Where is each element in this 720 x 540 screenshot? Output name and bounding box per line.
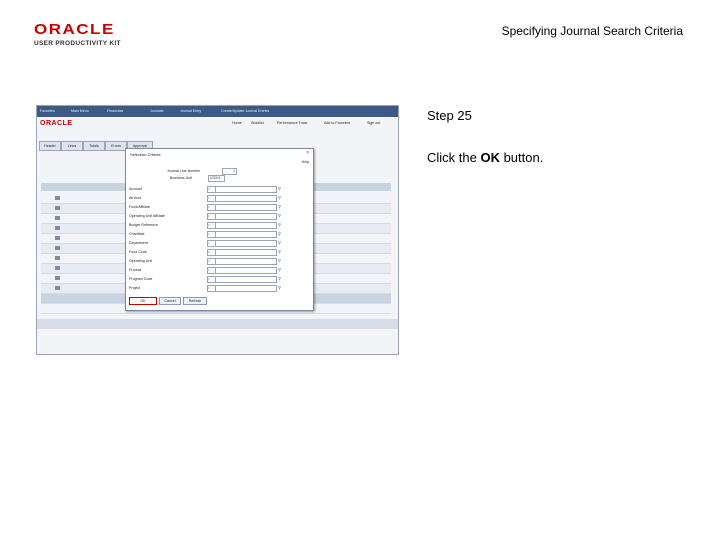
lookup-icon[interactable]: ⚲ (278, 222, 283, 227)
nav-item[interactable]: Main Menu (71, 109, 89, 113)
nav-item[interactable]: Create/Update Journal Entries (221, 109, 269, 113)
criteria-input[interactable] (215, 195, 277, 202)
criteria-row: Fund/Affiliate = ⚲ (129, 204, 309, 213)
criteria-input[interactable] (215, 267, 277, 274)
lookup-icon[interactable]: ⚲ (278, 213, 283, 218)
app-brand: ORACLE (40, 120, 73, 127)
criteria-row: Account = ⚲ (129, 186, 309, 195)
criteria-input[interactable] (215, 186, 277, 193)
refresh-button[interactable]: Refresh (183, 297, 207, 305)
lookup-icon[interactable]: ⚲ (278, 285, 283, 290)
nav-item[interactable]: Financials (107, 109, 123, 113)
criteria-label: Fund/Affiliate (129, 205, 150, 209)
criteria-row: Project = ⚲ (129, 285, 309, 294)
tab-lines[interactable]: Lines (61, 141, 83, 151)
lookup-icon[interactable]: ⚲ (278, 249, 283, 254)
criteria-label: Budget Reference (129, 223, 158, 227)
oracle-upk-logo: ORACLE USER PRODUCTIVITY KIT (34, 22, 134, 47)
instruction-prefix: Click the (427, 150, 481, 165)
row-icon (55, 266, 60, 270)
header-link[interactable]: Sign out (367, 121, 380, 125)
criteria-input[interactable] (215, 204, 277, 211)
tab-errors[interactable]: Errors (105, 141, 127, 151)
application-screenshot: Favorites Main Menu Financials Journals … (36, 105, 399, 355)
criteria-row: Fund Code = ⚲ (129, 249, 309, 258)
header-link[interactable]: Add to Favorites (324, 121, 350, 125)
criteria-row: Department = ⚲ (129, 240, 309, 249)
step-label: Step 25 (427, 108, 472, 123)
lookup-icon[interactable]: ⚲ (278, 276, 283, 281)
header-link[interactable]: Home (232, 121, 242, 125)
criteria-row: Operating Unit Affiliate = ⚲ (129, 213, 309, 222)
row-icon (55, 206, 60, 210)
row-icon (55, 286, 60, 290)
journal-line-field[interactable]: 1 (222, 168, 237, 175)
lookup-icon[interactable]: ⚲ (278, 231, 283, 236)
nav-item[interactable]: Journals (150, 109, 164, 113)
header-link[interactable]: Performance Trace (277, 121, 308, 125)
lookup-icon[interactable]: ⚲ (278, 258, 283, 263)
dialog-title: Selection Criteria (130, 152, 161, 157)
row-icon (55, 226, 60, 230)
business-unit-label: Business Unit (170, 176, 192, 180)
criteria-label: Account (129, 187, 142, 191)
criteria-input[interactable] (215, 222, 277, 229)
lookup-icon[interactable]: ⚲ (278, 240, 283, 245)
criteria-input[interactable] (215, 231, 277, 238)
criteria-input[interactable] (215, 276, 277, 283)
row-icon (55, 196, 60, 200)
criteria-label: Alt Acct (129, 196, 141, 200)
criteria-label: Department (129, 241, 148, 245)
selection-criteria-dialog: Selection Criteria × Help Journal Line N… (125, 148, 314, 311)
criteria-row: Alt Acct = ⚲ (129, 195, 309, 204)
ok-button[interactable]: OK (129, 297, 157, 305)
criteria-row: Budget Reference = ⚲ (129, 222, 309, 231)
row-icon (55, 256, 60, 260)
criteria-input[interactable] (215, 258, 277, 265)
grid-footer-bar (37, 319, 398, 329)
header-link[interactable]: Worklist (251, 121, 264, 125)
close-icon[interactable]: × (306, 150, 309, 156)
lookup-icon[interactable]: ⚲ (278, 204, 283, 209)
instruction-suffix: button. (499, 150, 544, 165)
criteria-label: Fund Code (129, 250, 147, 254)
logo-subtitle: USER PRODUCTIVITY KIT (34, 40, 121, 47)
slide-title: Specifying Journal Search Criteria (501, 24, 683, 38)
criteria-row: Product = ⚲ (129, 267, 309, 276)
criteria-label: Operating Unit (129, 259, 153, 263)
criteria-label: Operating Unit Affiliate (129, 214, 165, 218)
step-instruction: Click the OK button. (427, 150, 543, 165)
criteria-input[interactable] (215, 249, 277, 256)
help-link[interactable]: Help (302, 160, 309, 164)
cancel-button[interactable]: Cancel (159, 297, 181, 305)
criteria-row: Operating Unit = ⚲ (129, 258, 309, 267)
criteria-label: Product (129, 268, 142, 272)
logo-brand: ORACLE (34, 21, 115, 38)
lookup-icon[interactable]: ⚲ (278, 195, 283, 200)
criteria-input[interactable] (215, 240, 277, 247)
criteria-label: Program Code (129, 277, 153, 281)
row-icon (55, 216, 60, 220)
row-icon (55, 246, 60, 250)
nav-item[interactable]: Journal Entry (180, 109, 201, 113)
top-navigation-bar: Favorites Main Menu Financials Journals … (37, 106, 398, 117)
row-icon (55, 276, 60, 280)
criteria-input[interactable] (215, 285, 277, 292)
criteria-row: Chartfield = ⚲ (129, 231, 309, 240)
criteria-row: Program Code = ⚲ (129, 276, 309, 285)
business-unit-field[interactable]: US001 (208, 175, 225, 182)
criteria-label: Chartfield (129, 232, 145, 236)
tab-header[interactable]: Header (39, 141, 61, 151)
lookup-icon[interactable]: ⚲ (278, 267, 283, 272)
criteria-label: Project (129, 286, 141, 290)
criteria-input[interactable] (215, 213, 277, 220)
instruction-bold: OK (480, 150, 500, 165)
journal-line-label: Journal Line Number (167, 169, 201, 173)
row-icon (55, 236, 60, 240)
nav-item[interactable]: Favorites (40, 109, 55, 113)
lookup-icon[interactable]: ⚲ (278, 186, 283, 191)
tab-totals[interactable]: Totals (83, 141, 105, 151)
